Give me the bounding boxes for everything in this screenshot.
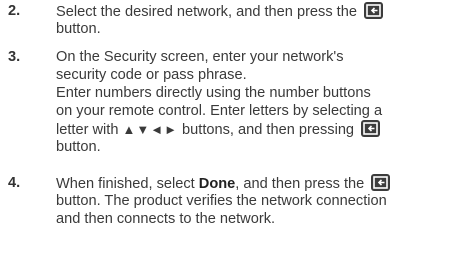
- step-text: When finished, select Done, and then pre…: [56, 174, 452, 228]
- step-line: and then connects to the network.: [56, 211, 276, 227]
- enter-button-icon: [371, 174, 391, 191]
- step-line: buttons, and then pressing: [182, 122, 355, 138]
- step-number: 3.: [8, 49, 21, 65]
- step-number: 4.: [8, 175, 21, 191]
- step-line: On the Security screen, enter your netwo…: [56, 49, 344, 65]
- done-label: Done: [198, 176, 236, 192]
- step-line: Enter numbers directly using the number …: [56, 85, 371, 101]
- step-line: button.: [56, 21, 101, 37]
- step-line: Select the desired network, and then pre…: [56, 4, 357, 20]
- step-text: Select the desired network, and then pre…: [56, 2, 452, 38]
- manual-page: 2. Select the desired network, and then …: [0, 0, 457, 262]
- arrow-buttons-icon: ▲▼◄►: [122, 122, 178, 137]
- step-text: On the Security screen, enter your netwo…: [56, 48, 452, 156]
- step-line: , and then press the: [235, 176, 365, 192]
- enter-button-icon: [361, 120, 381, 137]
- step-line: security code or pass phrase.: [56, 67, 247, 83]
- step-line: button.: [56, 139, 101, 155]
- step-line: on your remote control. Enter letters by…: [56, 103, 383, 119]
- step-line: When finished, select: [56, 176, 195, 192]
- step-line: letter with: [56, 122, 119, 138]
- step-number: 2.: [8, 3, 21, 19]
- enter-button-icon: [364, 2, 384, 19]
- step-line: button. The product verifies the network…: [56, 193, 387, 209]
